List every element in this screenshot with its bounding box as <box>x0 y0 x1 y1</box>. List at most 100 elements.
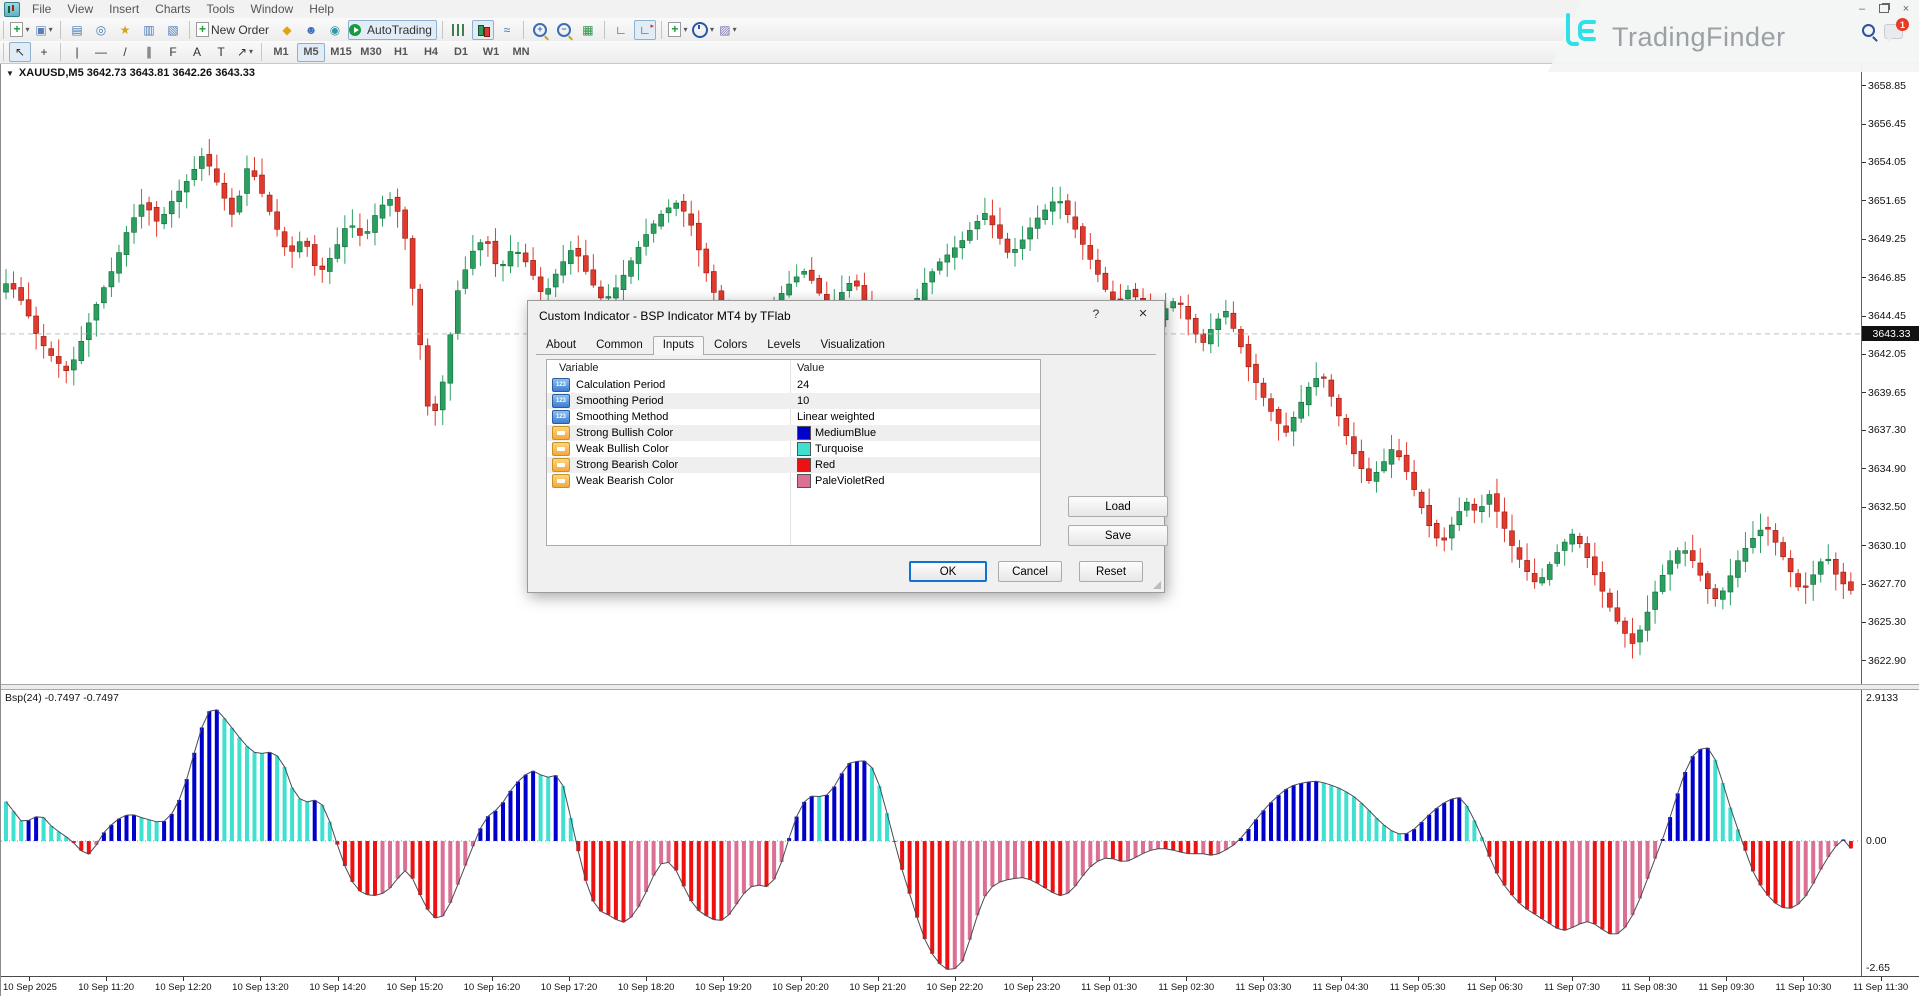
table-row[interactable]: Weak Bullish Color Turquoise <box>547 441 1040 457</box>
menu-view[interactable]: View <box>59 2 101 16</box>
auto-scroll-button[interactable]: ∟ <box>610 20 632 40</box>
profiles-dropdown-icon[interactable]: ▾ <box>49 26 53 34</box>
periods-button[interactable]: ▾ <box>691 20 715 40</box>
chart-shift-button[interactable]: ∟▸ <box>634 20 656 40</box>
data-window-button[interactable]: ◎ <box>90 20 112 40</box>
value-cell[interactable]: PaleVioletRed <box>797 474 885 488</box>
value-cell[interactable]: 10 <box>797 395 809 407</box>
text-label-tool[interactable]: T <box>210 42 232 62</box>
timeframe-mn[interactable]: MN <box>507 43 535 62</box>
templates-button[interactable]: ▨▾ <box>717 20 739 40</box>
value-cell[interactable]: Turquoise <box>797 442 864 456</box>
tile-windows-button[interactable]: ▦ <box>577 20 599 40</box>
chart-bars-button[interactable] <box>448 20 470 40</box>
metaeditor-button[interactable]: ◆ <box>276 20 298 40</box>
close-button[interactable]: × <box>1895 1 1917 16</box>
table-row[interactable]: Weak Bearish ColorPaleVioletRed <box>547 473 1040 489</box>
load-button[interactable]: Load <box>1068 496 1168 517</box>
indicator-axis[interactable]: 2.9133 0.00 -2.65 <box>1861 690 1919 976</box>
horizontal-line-tool[interactable]: — <box>90 42 112 62</box>
cursor-tool[interactable]: ↖ <box>9 42 31 62</box>
profiles-button[interactable]: ▣▾ <box>33 20 55 40</box>
new-chart-dropdown-icon[interactable]: ▾ <box>25 26 29 34</box>
dialog-close-button[interactable]: × <box>1128 305 1158 325</box>
templates-dropdown-icon[interactable]: ▾ <box>733 26 737 34</box>
save-button[interactable]: Save <box>1068 525 1168 546</box>
price-axis[interactable]: 3658.853656.453654.053651.653649.253646.… <box>1861 64 1919 684</box>
indicators-button[interactable]: +▾ <box>667 20 689 40</box>
trendline-tool[interactable]: / <box>114 42 136 62</box>
fibonacci-icon: F <box>169 46 176 58</box>
vertical-line-tool[interactable]: | <box>66 42 88 62</box>
terminal-button[interactable]: ▥ <box>138 20 160 40</box>
dialog-help-button[interactable]: ? <box>1083 307 1109 325</box>
menu-help[interactable]: Help <box>301 2 342 16</box>
tab-inputs[interactable]: Inputs <box>653 336 704 355</box>
minimize-button[interactable]: – <box>1851 1 1873 16</box>
reset-button[interactable]: Reset <box>1079 561 1143 582</box>
market-watch-button[interactable]: ▤ <box>66 20 88 40</box>
timeframe-w1[interactable]: W1 <box>477 43 505 62</box>
new-chart-button[interactable]: +▾ <box>9 20 31 40</box>
arrows-tool[interactable]: ↗▾ <box>234 42 256 62</box>
timeframe-m15[interactable]: M15 <box>327 43 355 62</box>
menu-insert[interactable]: Insert <box>101 2 147 16</box>
search-icon[interactable] <box>1862 24 1875 37</box>
indicators-dropdown-icon[interactable]: ▾ <box>683 26 687 34</box>
indicator-pane[interactable]: Bsp(24) -0.7497 -0.7497 <box>1 690 1861 976</box>
timeframe-h1[interactable]: H1 <box>387 43 415 62</box>
restore-button[interactable] <box>1873 1 1895 16</box>
equidistant-channel-tool[interactable]: ∥ <box>138 42 160 62</box>
timeframe-d1[interactable]: D1 <box>447 43 475 62</box>
menu-file[interactable]: File <box>24 2 59 16</box>
table-row[interactable]: 123Calculation Period24 <box>547 377 1040 393</box>
symbol-ohlc-text: XAUUSD,M5 3642.73 3643.81 3642.26 3643.3… <box>19 67 255 79</box>
community-button[interactable]: ☻ <box>300 20 322 40</box>
price-tick-mark <box>1862 545 1866 546</box>
tab-colors[interactable]: Colors <box>704 336 757 354</box>
zoom-in-button[interactable]: + <box>529 20 551 40</box>
notifications-button[interactable]: ◉ <box>324 20 346 40</box>
menu-tools[interactable]: Tools <box>199 2 243 16</box>
value-cell[interactable]: Linear weighted <box>797 411 875 423</box>
table-row[interactable]: 123Smoothing MethodLinear weighted <box>547 409 1040 425</box>
ok-button[interactable]: OK <box>909 561 987 582</box>
symbol-dropdown-icon[interactable]: ▼ <box>6 69 14 78</box>
timeframe-m1[interactable]: M1 <box>267 43 295 62</box>
zoom-out-button[interactable]: − <box>553 20 575 40</box>
value-cell[interactable]: Red <box>797 458 835 472</box>
periods-dropdown-icon[interactable]: ▾ <box>710 26 714 34</box>
tab-about[interactable]: About <box>536 336 586 354</box>
crosshair-tool[interactable]: + <box>33 42 55 62</box>
arrows-dropdown-icon[interactable]: ▾ <box>249 48 253 56</box>
menu-charts[interactable]: Charts <box>147 2 198 16</box>
chart-candles-button[interactable] <box>472 20 494 40</box>
new-order-button[interactable]: +New Order <box>195 20 274 40</box>
navigator-button[interactable]: ★ <box>114 20 136 40</box>
time-tick-label: 10 Sep 15:20 <box>377 982 453 993</box>
tab-common[interactable]: Common <box>586 336 653 354</box>
variable-name: Weak Bullish Color <box>576 443 669 455</box>
table-row[interactable]: Strong Bearish ColorRed <box>547 457 1040 473</box>
tab-levels[interactable]: Levels <box>757 336 810 354</box>
timeframe-m5[interactable]: M5 <box>297 43 325 62</box>
dialog-title-bar[interactable]: Custom Indicator - BSP Indicator MT4 by … <box>528 301 1164 331</box>
value-cell[interactable]: MediumBlue <box>797 426 876 440</box>
table-row[interactable]: Strong Bullish ColorMediumBlue <box>547 425 1040 441</box>
tab-visualization[interactable]: Visualization <box>811 336 895 354</box>
cancel-button[interactable]: Cancel <box>998 561 1062 582</box>
timeframe-h4[interactable]: H4 <box>417 43 445 62</box>
strategy-tester-button[interactable]: ▧ <box>162 20 184 40</box>
table-row[interactable]: 123Smoothing Period10 <box>547 393 1040 409</box>
dialog-resize-grip[interactable] <box>1153 581 1161 589</box>
time-axis[interactable]: 10 Sep 202510 Sep 11:2010 Sep 12:2010 Se… <box>1 976 1919 996</box>
menu-window[interactable]: Window <box>243 2 302 16</box>
value-cell[interactable]: 24 <box>797 379 809 391</box>
timeframe-m30[interactable]: M30 <box>357 43 385 62</box>
fibonacci-tool[interactable]: F <box>162 42 184 62</box>
bar-chart-icon <box>452 24 465 36</box>
bsp-histogram[interactable] <box>1 690 1861 976</box>
chart-line-button[interactable]: ≈ <box>496 20 518 40</box>
autotrading-button[interactable]: AutoTrading <box>348 20 437 40</box>
text-tool[interactable]: A <box>186 42 208 62</box>
